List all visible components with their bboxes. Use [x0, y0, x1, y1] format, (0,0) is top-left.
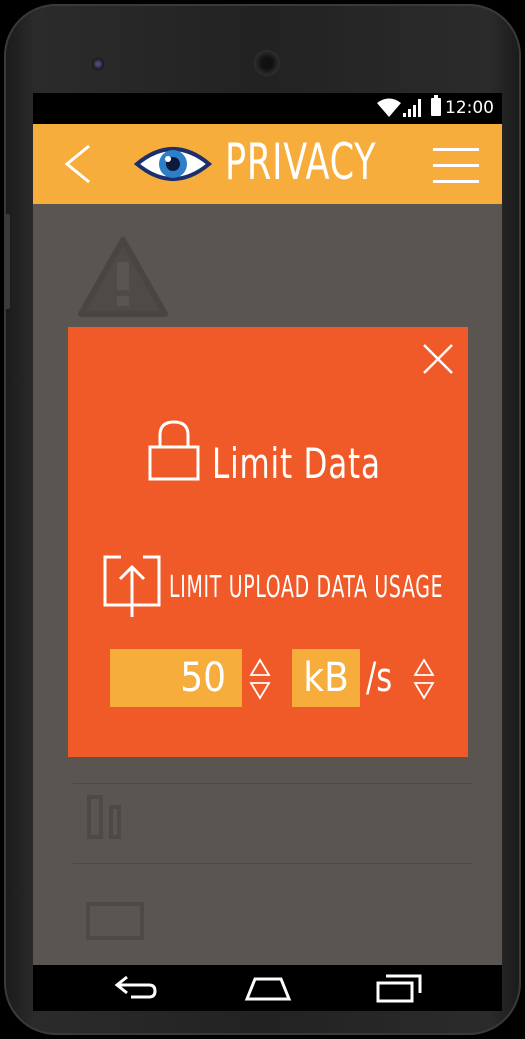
page-title: PRIVACY: [225, 133, 377, 191]
nav-home-icon[interactable]: [243, 973, 293, 1003]
dialog-title: Limit Data: [212, 439, 381, 488]
background-list-item: [33, 793, 502, 853]
value-stepper-icon[interactable]: [249, 657, 271, 701]
limit-data-dialog: Limit Data LIMIT UPLOAD DATA USAGE 50 kB…: [68, 327, 468, 757]
data-limit-value-field[interactable]: 50: [110, 649, 242, 707]
background-item-icon: [87, 795, 121, 839]
nav-back-icon[interactable]: [113, 973, 159, 1003]
front-camera: [92, 58, 104, 70]
wifi-icon: [377, 98, 401, 117]
background-list-item: [33, 893, 502, 953]
unit-select[interactable]: kB: [292, 649, 360, 707]
signal-icon: [403, 99, 421, 117]
lock-icon: [148, 420, 200, 481]
status-time: 12:00: [445, 98, 494, 118]
limit-upload-label: LIMIT UPLOAD DATA USAGE: [169, 570, 444, 605]
upload-icon: [103, 555, 161, 617]
close-icon[interactable]: [422, 343, 454, 375]
unit-stepper-icon[interactable]: [413, 657, 435, 701]
earpiece-speaker: [254, 50, 280, 76]
nav-recent-apps-icon[interactable]: [376, 973, 422, 1003]
hamburger-menu-icon[interactable]: [433, 146, 479, 186]
per-second-label: /s: [366, 655, 393, 701]
background-item-icon: [86, 902, 144, 940]
status-bar: 12:00: [33, 93, 502, 124]
side-button: [4, 214, 10, 309]
screen: 12:00 PRIVACY Limit Data LIMIT UPLOAD DA…: [33, 93, 502, 965]
warning-icon: [78, 237, 168, 317]
battery-icon: [431, 95, 441, 116]
background-list-item: [33, 234, 502, 324]
back-arrow-icon[interactable]: [55, 142, 99, 186]
eye-icon: [134, 147, 212, 181]
navigation-bar: [33, 965, 502, 1011]
app-bar: PRIVACY: [33, 124, 502, 204]
background-divider: [73, 783, 473, 784]
background-divider: [73, 863, 473, 864]
